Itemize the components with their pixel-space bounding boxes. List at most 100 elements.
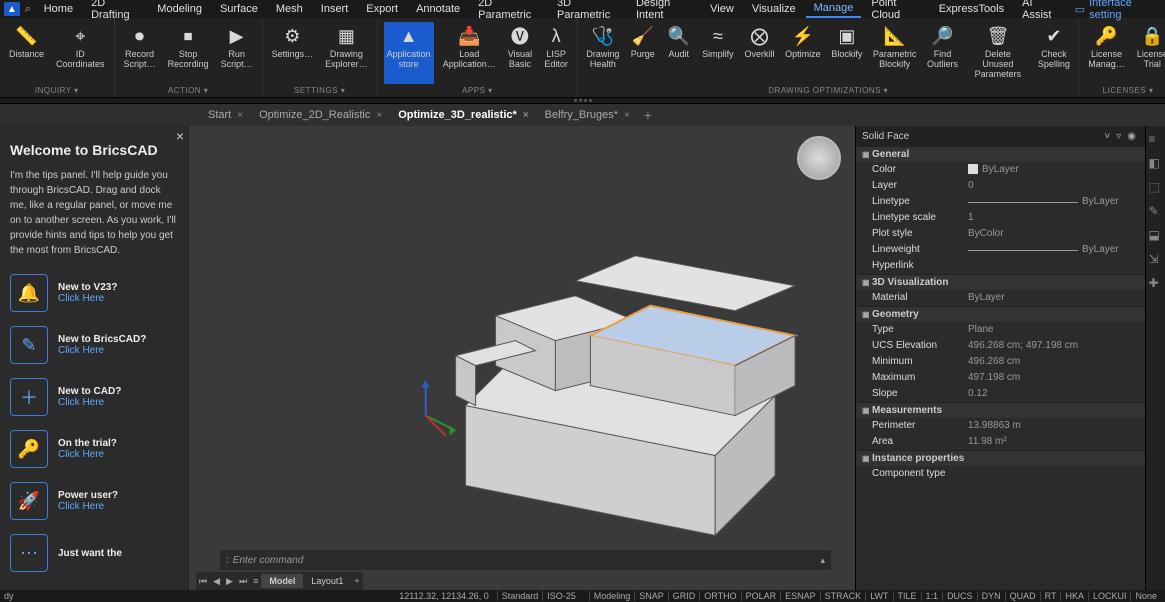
status-segment[interactable]: ORTHO	[699, 591, 740, 601]
ribbon-visual[interactable]: 🅥VisualBasic	[505, 22, 535, 84]
ribbon-record[interactable]: ⏺RecordScript…	[121, 22, 159, 84]
status-segment[interactable]: POLAR	[741, 591, 781, 601]
status-segment[interactable]: Standard	[497, 591, 543, 601]
menu-item-manage[interactable]: Manage	[806, 0, 862, 18]
prop-row[interactable]: Minimum496.268 cm	[856, 354, 1145, 370]
search-icon[interactable]: ⌕	[22, 3, 34, 16]
close-icon[interactable]: ×	[624, 110, 630, 121]
ribbon-check[interactable]: ✔CheckSpelling	[1036, 22, 1073, 84]
close-icon[interactable]: ×	[237, 110, 243, 121]
menu-item-insert[interactable]: Insert	[313, 1, 357, 17]
ribbon-license[interactable]: 🔒LicenseTrial	[1134, 22, 1165, 84]
prop-value[interactable]: 11.98 m²	[968, 435, 1145, 449]
menu-item-home[interactable]: Home	[36, 1, 81, 17]
prop-row[interactable]: Component type	[856, 466, 1145, 482]
ribbon-load[interactable]: 📥LoadApplication…	[440, 22, 499, 84]
tip-link[interactable]: Click Here	[58, 501, 178, 512]
prop-value[interactable]: 496.268 cm; 497.198 cm	[968, 339, 1145, 353]
ribbon-audit[interactable]: 🔍Audit	[664, 22, 694, 84]
prop-value[interactable]: ByLayer	[968, 243, 1145, 257]
strip-icon-1[interactable]: ≡	[1149, 132, 1163, 146]
prop-row[interactable]: ColorByLayer	[856, 162, 1145, 178]
menu-item-mesh[interactable]: Mesh	[268, 1, 311, 17]
prop-category[interactable]: ▣Measurements	[856, 402, 1145, 418]
layout-nav-button[interactable]: ⏭	[236, 576, 250, 587]
status-segment[interactable]: LWT	[865, 591, 892, 601]
tip-link[interactable]: Click Here	[58, 293, 178, 304]
layout-nav-button[interactable]: ◀	[210, 576, 223, 587]
tip-link[interactable]: Click Here	[58, 397, 178, 408]
menu-item-visualize[interactable]: Visualize	[744, 1, 804, 17]
status-segment[interactable]: DYN	[977, 591, 1005, 601]
add-layout-button[interactable]: +	[351, 576, 362, 586]
ribbon-distance[interactable]: 📏Distance	[6, 22, 47, 84]
strip-icon-4[interactable]: ✎	[1149, 204, 1163, 218]
ribbon-drawing[interactable]: 🩺DrawingHealth	[584, 22, 622, 84]
ribbon-group-title[interactable]: INQUIRY ▾	[6, 84, 108, 97]
menu-item-view[interactable]: View	[702, 1, 742, 17]
status-segment[interactable]: ESNAP	[780, 591, 820, 601]
prop-value[interactable]: 497.198 cm	[968, 371, 1145, 385]
prop-value[interactable]: 13.98863 m	[968, 419, 1145, 433]
ribbon-overkill[interactable]: ⨂Overkill	[742, 22, 777, 84]
ribbon-group-title[interactable]: DRAWING OPTIMIZATIONS ▾	[584, 84, 1072, 97]
status-segment[interactable]: DUCS	[942, 591, 977, 601]
status-segment[interactable]: GRID	[668, 591, 700, 601]
prop-row[interactable]: Perimeter13.98863 m	[856, 418, 1145, 434]
file-tab[interactable]: Optimize_2D_Realistic×	[251, 104, 390, 126]
status-segment[interactable]: None	[1130, 591, 1161, 601]
layout-nav-button[interactable]: ▶	[223, 576, 236, 587]
status-segment[interactable]: TILE	[893, 591, 921, 601]
prop-row[interactable]: Maximum497.198 cm	[856, 370, 1145, 386]
ribbon-settings-[interactable]: ⚙Settings…	[269, 22, 317, 84]
ribbon-lisp[interactable]: λLISPEditor	[541, 22, 571, 84]
prop-value[interactable]: 0	[968, 179, 1145, 193]
status-segment[interactable]: QUAD	[1005, 591, 1040, 601]
ribbon-group-title[interactable]: LICENSES ▾	[1085, 84, 1165, 97]
ribbon-group-title[interactable]: APPS ▾	[384, 84, 571, 97]
props-select-icon[interactable]: ◉	[1124, 131, 1139, 142]
prop-category[interactable]: ▣Instance properties	[856, 450, 1145, 466]
prop-row[interactable]: UCS Elevation496.268 cm; 497.198 cm	[856, 338, 1145, 354]
close-icon[interactable]: ×	[523, 110, 529, 121]
left-panel-scrollbar[interactable]	[188, 126, 196, 590]
collapse-icon[interactable]: ▣	[862, 454, 872, 463]
ribbon-run[interactable]: ▶RunScript…	[218, 22, 256, 84]
menu-item-modeling[interactable]: Modeling	[149, 1, 210, 17]
status-segment[interactable]: SNAP	[634, 591, 668, 601]
ribbon-stop[interactable]: ⏹StopRecording	[165, 22, 212, 84]
command-line[interactable]: : Enter command ▴	[220, 550, 831, 570]
ribbon-group-title[interactable]: ACTION ▾	[121, 84, 256, 97]
layout-tab[interactable]: Model	[261, 574, 303, 588]
ribbon-license[interactable]: 🔑LicenseManag…	[1085, 22, 1128, 84]
prop-row[interactable]: Layer0	[856, 178, 1145, 194]
tip-link[interactable]: Click Here	[58, 345, 178, 356]
prop-row[interactable]: Hyperlink	[856, 258, 1145, 274]
collapse-icon[interactable]: ▣	[862, 406, 872, 415]
ribbon-group-title[interactable]: SETTINGS ▾	[269, 84, 371, 97]
ribbon-blockify[interactable]: ▣Blockify	[829, 22, 865, 84]
status-segment[interactable]: 1:1	[921, 591, 943, 601]
status-segment[interactable]: HKA	[1060, 591, 1088, 601]
layout-tab[interactable]: Layout1	[303, 574, 351, 588]
ribbon-id[interactable]: ⌖IDCoordinates	[53, 22, 108, 84]
prop-value[interactable]	[968, 467, 1145, 481]
prop-value[interactable]	[968, 259, 1145, 273]
menu-item-surface[interactable]: Surface	[212, 1, 266, 17]
ribbon-find[interactable]: 🔎FindOutliers	[925, 22, 961, 84]
strip-icon-5[interactable]: ⬓	[1149, 228, 1163, 242]
prop-row[interactable]: LinetypeByLayer	[856, 194, 1145, 210]
status-segment[interactable]: STRACK	[820, 591, 866, 601]
layout-nav-button[interactable]: ⏮	[196, 576, 210, 587]
prop-value[interactable]: ByLayer	[968, 195, 1145, 209]
status-segment[interactable]: RT	[1040, 591, 1061, 601]
prop-category[interactable]: ▣Geometry	[856, 306, 1145, 322]
ribbon-simplify[interactable]: ≈Simplify	[700, 22, 736, 84]
prop-value[interactable]: ByLayer	[968, 291, 1145, 305]
view-cube[interactable]	[797, 136, 841, 180]
prop-value[interactable]: 496.268 cm	[968, 355, 1145, 369]
prop-row[interactable]: Linetype scale1	[856, 210, 1145, 226]
prop-row[interactable]: Plot styleByColor	[856, 226, 1145, 242]
ribbon-optimize[interactable]: ⚡Optimize	[783, 22, 823, 84]
ribbon-parametric[interactable]: 📐ParametricBlockify	[871, 22, 919, 84]
